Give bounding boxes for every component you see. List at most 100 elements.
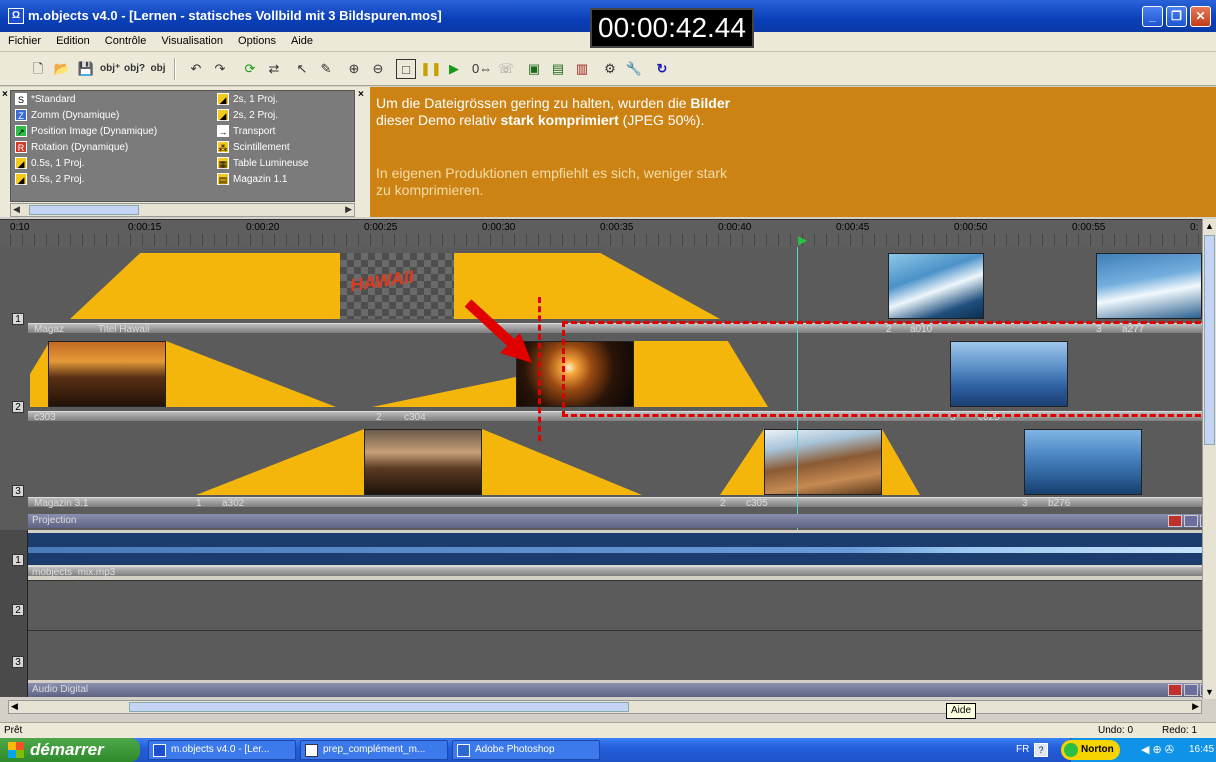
undo-icon[interactable]: ↶ [186, 59, 206, 79]
zoom-out-icon[interactable]: ⊖ [368, 59, 388, 79]
audio-lane[interactable] [28, 630, 1202, 680]
pointer-icon[interactable]: ↖ [292, 59, 312, 79]
loop-icon[interactable]: ↻ [652, 59, 672, 79]
timeline-ruler[interactable]: 0:10 0:00:15 0:00:20 0:00:25 0:00:30 0:0… [0, 219, 1216, 247]
task-document[interactable]: prep_complément_m... [300, 740, 448, 760]
effect-item[interactable]: R Rotation (Dynamique) [15, 141, 128, 157]
effect-item[interactable]: ◢ 0.5s, 1 Proj. [15, 157, 84, 173]
audio-track-bar[interactable] [28, 566, 1202, 576]
effect-item[interactable]: S *Standard [15, 93, 75, 109]
help-icon[interactable]: ? [1034, 743, 1048, 757]
scroll-thumb[interactable] [29, 205, 139, 215]
projector-icon[interactable]: ▤ [548, 59, 568, 79]
task-mobjects[interactable]: m.objects v4.0 - [Ler... [148, 740, 296, 760]
menu-controle[interactable]: Contrôle [97, 32, 151, 47]
wrench-icon[interactable]: 🔧 [624, 59, 644, 79]
collapse-icon[interactable] [1184, 684, 1198, 696]
collapse-icon[interactable] [1184, 515, 1198, 527]
settings-icon[interactable]: ⚙ [600, 59, 620, 79]
audio-lane[interactable] [28, 580, 1202, 630]
photo-thumbnail-sunset[interactable] [48, 341, 166, 407]
new-icon[interactable]: 🗋 [28, 59, 48, 79]
scroll-thumb[interactable] [129, 702, 629, 712]
scroll-left-icon[interactable]: ◀ [13, 204, 20, 215]
effect-item[interactable]: ◢ 2s, 2 Proj. [217, 109, 278, 125]
sync-icon[interactable]: ⇄ [264, 59, 284, 79]
language-indicator[interactable]: FR [1016, 738, 1029, 762]
clip-fade[interactable] [882, 429, 920, 495]
pause-icon[interactable]: ❚❚ [420, 59, 442, 79]
annotation-arrow-icon [464, 299, 532, 363]
tray-icons[interactable]: ◀ ⊕ ✇ [1141, 738, 1174, 762]
frame-icon[interactable]: □ [396, 59, 416, 79]
clip-fade[interactable] [482, 429, 642, 495]
scroll-left-icon[interactable]: ◀ [11, 701, 18, 712]
save-icon[interactable]: 💾 [76, 59, 96, 79]
audio-file-label: mobjects_mix.mp3 [32, 567, 116, 578]
clip-fade[interactable] [372, 377, 516, 407]
vertical-scrollbar[interactable]: ▲ ▼ [1202, 219, 1216, 699]
scroll-thumb[interactable] [1204, 235, 1215, 445]
photo-thumbnail-surf-2[interactable] [1024, 429, 1142, 495]
audio-waveform[interactable] [28, 533, 1202, 565]
effect-item[interactable]: ▦ Table Lumineuse [217, 157, 309, 173]
film-icon[interactable]: ▥ [572, 59, 592, 79]
start-button[interactable]: démarrer [0, 738, 140, 762]
photo-thumbnail-surf[interactable] [888, 253, 984, 319]
effects-scrollbar[interactable]: ◀ ▶ [10, 203, 355, 217]
photo-thumbnail-crater[interactable] [764, 429, 882, 495]
record-icon[interactable] [1168, 684, 1182, 696]
clip-fade[interactable] [30, 341, 50, 407]
photo-thumbnail-volcano[interactable] [364, 429, 482, 495]
effect-item[interactable]: Z Zomm (Dynamique) [15, 109, 119, 125]
obj-add-icon[interactable]: obj⁺ [100, 59, 120, 79]
open-icon[interactable]: 📂 [52, 59, 72, 79]
photo-thumbnail-wave[interactable] [1096, 253, 1202, 319]
close-icon[interactable]: × [2, 89, 8, 100]
effect-item[interactable]: → Transport [217, 125, 275, 141]
track-number: 2 [12, 401, 24, 413]
effect-item[interactable]: ↗ Position Image (Dynamique) [15, 125, 157, 141]
scroll-up-icon[interactable]: ▲ [1205, 221, 1214, 231]
menu-visualisation[interactable]: Visualisation [153, 32, 227, 47]
clip-fade[interactable] [166, 341, 336, 407]
windows-logo-icon [8, 742, 24, 758]
norton-badge[interactable]: Norton [1061, 740, 1120, 760]
close-icon[interactable]: ✕ [1190, 6, 1211, 27]
mobjects-logo-icon[interactable]: Ω [8, 8, 24, 24]
projection-timeline[interactable]: HAWAII 1 Magaz Titel Hawaii 2 a010 3 a27… [0, 247, 1210, 530]
section-audio[interactable]: Audio Digital [28, 683, 1214, 697]
record-icon[interactable] [1168, 515, 1182, 527]
effect-item[interactable]: ◢ 2s, 1 Proj. [217, 93, 278, 109]
clip-fade[interactable] [196, 429, 364, 495]
effect-item[interactable]: ▤ Magazin 1.1 [217, 173, 287, 189]
effect-item[interactable]: ◢ 0.5s, 2 Proj. [15, 173, 84, 189]
refresh-icon[interactable]: ⟳ [240, 59, 260, 79]
counter-icon[interactable]: 0⇔ [472, 59, 492, 79]
pen-icon[interactable]: ✎ [316, 59, 336, 79]
redo-icon[interactable]: ↷ [210, 59, 230, 79]
horizontal-scrollbar[interactable]: ◀ ▶ [8, 700, 1202, 714]
scroll-right-icon[interactable]: ▶ [1192, 701, 1199, 712]
clip-fade[interactable] [70, 253, 340, 319]
zoom-in-icon[interactable]: ⊕ [344, 59, 364, 79]
effect-item[interactable]: ⁂ Scintillement [217, 141, 290, 157]
play-icon[interactable]: ▶ [444, 59, 464, 79]
obj-icon[interactable]: obj [148, 59, 168, 79]
menu-fichier[interactable]: Fichier [0, 32, 45, 47]
minimize-icon[interactable]: _ [1142, 6, 1163, 27]
close-icon[interactable]: × [358, 89, 364, 100]
scroll-down-icon[interactable]: ▼ [1205, 687, 1214, 697]
menu-edition[interactable]: Edition [48, 32, 94, 47]
menu-options[interactable]: Options [230, 32, 280, 47]
playhead-marker-icon[interactable]: ▶ [798, 233, 807, 247]
menu-aide[interactable]: Aide [283, 32, 317, 47]
clip-fade[interactable] [720, 429, 764, 495]
image-icon[interactable]: ▣ [524, 59, 544, 79]
comment-icon[interactable]: ☏ [496, 59, 516, 79]
obj-help-icon[interactable]: obj? [124, 59, 145, 79]
task-photoshop[interactable]: Adobe Photoshop [452, 740, 600, 760]
scroll-right-icon[interactable]: ▶ [345, 204, 352, 215]
restore-icon[interactable]: ❐ [1166, 6, 1187, 27]
section-projection[interactable]: Projection [28, 514, 1214, 528]
